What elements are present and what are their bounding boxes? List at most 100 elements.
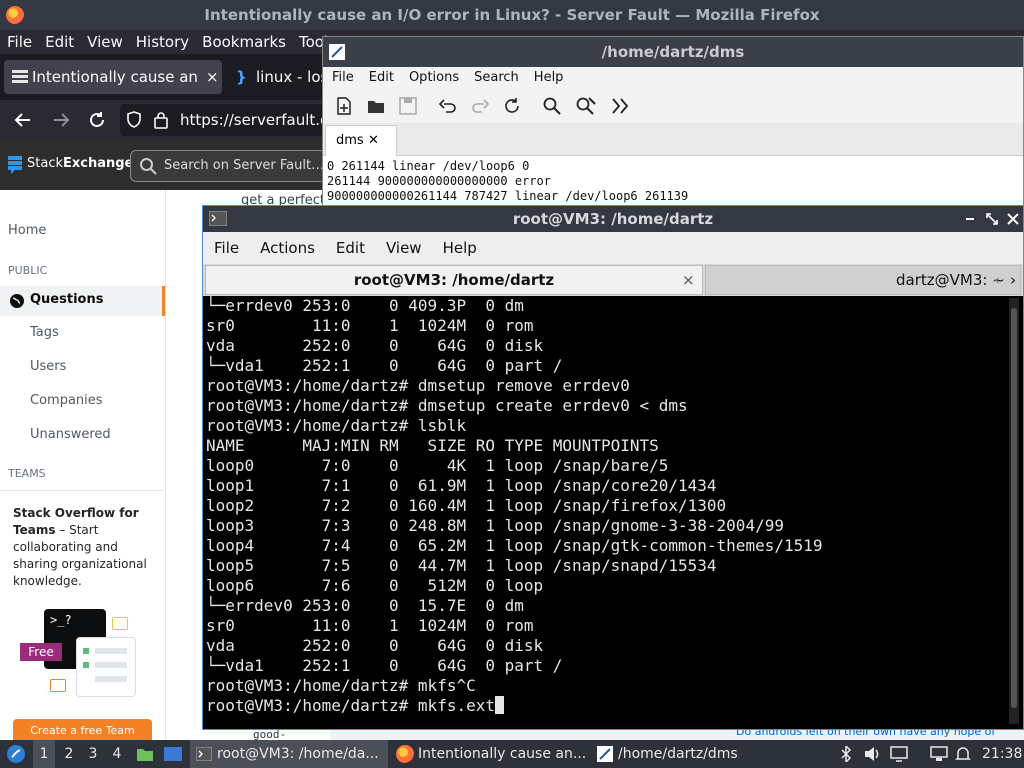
term-menu-view[interactable]: View [375, 232, 432, 264]
start-menu-icon[interactable] [6, 744, 26, 764]
firefox-titlebar: Intentionally cause an I/O error in Linu… [0, 0, 1024, 30]
terminal-titlebar: root@VM3: /home/dartz [203, 206, 1023, 232]
redo-icon[interactable] [467, 93, 493, 119]
term-menu-help[interactable]: Help [432, 232, 487, 264]
forward-icon[interactable] [52, 111, 70, 129]
ff-menu-history[interactable]: History [129, 30, 195, 54]
workspace-3[interactable]: 3 [82, 740, 104, 768]
network-icon[interactable] [930, 746, 948, 762]
new-file-icon[interactable] [331, 93, 357, 119]
firefox-icon [396, 745, 414, 763]
editor-line: 0 261144 linear /dev/loop6 0 [327, 159, 530, 173]
file-manager-icon[interactable] [135, 744, 155, 764]
terminal-line: vda 252:0 0 64G 0 disk [206, 336, 544, 355]
back-icon[interactable] [14, 111, 32, 129]
terminal-scrollbar[interactable] [1009, 298, 1019, 724]
site-left-sidebar: Home PUBLIC Questions Tags Users Compani… [0, 190, 166, 741]
workspace-2[interactable]: 2 [58, 740, 80, 768]
reload-icon[interactable] [499, 93, 525, 119]
volume-icon[interactable] [863, 746, 881, 762]
notification-icon[interactable] [955, 746, 971, 762]
site-search-input[interactable]: Search on Server Fault… [130, 150, 327, 182]
terminal-app-icon [209, 211, 227, 226]
tab-scroll-right-icon[interactable]: › [1010, 266, 1016, 294]
tab-scroll-left-icon[interactable]: ‹ [994, 266, 1000, 294]
ed-menu-help[interactable]: Help [525, 67, 570, 89]
ed-menu-options[interactable]: Options [400, 67, 465, 89]
taskbar-item-label: root@VM3: /home/da... [217, 746, 379, 762]
term-menu-edit[interactable]: Edit [325, 232, 375, 264]
taskbar-item-label: Intentionally cause an... [418, 746, 587, 762]
speech-bubble-icon [112, 617, 128, 630]
shield-icon[interactable] [126, 111, 142, 129]
ff-menu-edit[interactable]: Edit [38, 30, 80, 54]
nav-home[interactable]: Home [8, 223, 173, 238]
editor-tab-dms[interactable]: dms ✕ [325, 125, 397, 156]
url-bar[interactable]: https://serverfault.c [120, 104, 330, 136]
more-chevron-icon[interactable] [607, 93, 633, 119]
show-desktop-icon[interactable] [163, 745, 183, 763]
editor-window: /home/dartz/dms File Edit Options Search Hel… [322, 36, 1024, 206]
editor-titlebar: /home/dartz/dms [323, 37, 1023, 67]
clock[interactable]: 21:38 [982, 740, 1022, 768]
workspace-1[interactable]: 1 [33, 740, 55, 768]
text-cursor [494, 696, 504, 714]
minimize-icon[interactable] [965, 214, 975, 224]
term-menu-file[interactable]: File [203, 232, 249, 264]
terminal-line: loop5 7:5 0 44.7M 1 loop /snap/snapd/155… [206, 556, 717, 575]
term-menu-actions[interactable]: Actions [249, 232, 325, 264]
bluetooth-icon[interactable] [838, 746, 854, 762]
editor-text-area[interactable]: 0 261144 linear /dev/loop6 0 261144 90000… [327, 159, 1017, 205]
terminal-tab-dartz[interactable]: dartz@VM3: ~ ‹ › [705, 265, 1021, 295]
serverfault-favicon [12, 70, 28, 83]
nav-questions[interactable]: Questions [0, 286, 165, 316]
editor-tabbar: dms ✕ [323, 123, 1023, 156]
search-icon[interactable] [539, 93, 565, 119]
terminal-line: root@VM3:/home/dartz# dmsetup remove err… [206, 376, 630, 395]
lock-icon[interactable] [154, 111, 168, 129]
taskbar-item-editor[interactable]: /home/dartz/dms [592, 740, 762, 768]
reload-icon[interactable] [88, 111, 106, 129]
close-icon[interactable]: × [682, 266, 695, 294]
terminal-prompt-line[interactable]: root@VM3:/home/dartz# mkfs.ext [206, 696, 1006, 716]
taskbar-item-terminal[interactable]: root@VM3: /home/da... [190, 740, 388, 768]
scrollbar-thumb[interactable] [1011, 308, 1017, 708]
terminal-tab-root[interactable]: root@VM3: /home/dartz × [205, 265, 703, 295]
terminal-output[interactable]: └─errdev0 253:0 0 409.3P 0 dm sr0 11:0 1 … [206, 296, 1006, 726]
terminal-tabbar: root@VM3: /home/dartz × dartz@VM3: ~ ‹ › [203, 264, 1023, 296]
ff-menu-bookmarks[interactable]: Bookmarks [195, 30, 292, 54]
workspace-4[interactable]: 4 [106, 740, 128, 768]
ff-menu-view[interactable]: View [80, 30, 129, 54]
terminal-line: └─vda1 252:1 0 64G 0 part / [206, 656, 563, 675]
terminal-line: loop6 7:6 0 512M 0 loop [206, 576, 544, 595]
nav-section-public: PUBLIC [8, 264, 48, 277]
terminal-window: root@VM3: /home/dartz File Actions Edit Vie… [202, 205, 1024, 730]
ed-menu-edit[interactable]: Edit [360, 67, 400, 89]
terminal-tab-label: root@VM3: /home/dartz [353, 271, 555, 289]
ed-menu-search[interactable]: Search [465, 67, 525, 89]
ff-tab-linux[interactable]: } linux - los [232, 60, 330, 94]
close-icon[interactable]: ✕ [368, 126, 379, 156]
editor-line: 900000000000261144 787427 linear /dev/lo… [327, 189, 689, 203]
terminal-current-input: root@VM3:/home/dartz# mkfs.ext [206, 696, 495, 715]
open-folder-icon[interactable] [363, 93, 389, 119]
display-icon[interactable] [890, 746, 908, 762]
ed-menu-file[interactable]: File [323, 67, 360, 89]
close-icon[interactable]: × [202, 60, 222, 94]
create-team-button[interactable]: Create a free Team [13, 719, 152, 741]
logo-stack: Stack [27, 156, 63, 171]
stackexchange-logo-icon[interactable] [8, 156, 22, 174]
maximize-icon[interactable] [986, 213, 998, 225]
firefox-icon [6, 6, 24, 24]
ff-menu-file[interactable]: File [0, 30, 38, 54]
save-icon[interactable] [395, 93, 421, 119]
terminal-line: root@VM3:/home/dartz# mkfs^C [206, 676, 476, 695]
undo-icon[interactable] [435, 93, 461, 119]
taskbar-item-firefox[interactable]: Intentionally cause an... [392, 740, 588, 768]
ff-tab-serverfault[interactable]: Intentionally cause an I/O × [4, 60, 222, 94]
close-icon[interactable] [1007, 213, 1019, 225]
terminal-line: loop1 7:1 0 61.9M 1 loop /snap/core20/14… [206, 476, 717, 495]
replace-icon[interactable] [573, 93, 599, 119]
terminal-line: └─errdev0 253:0 0 409.3P 0 dm [206, 296, 524, 315]
logo-exchange: Exchange [63, 156, 134, 171]
